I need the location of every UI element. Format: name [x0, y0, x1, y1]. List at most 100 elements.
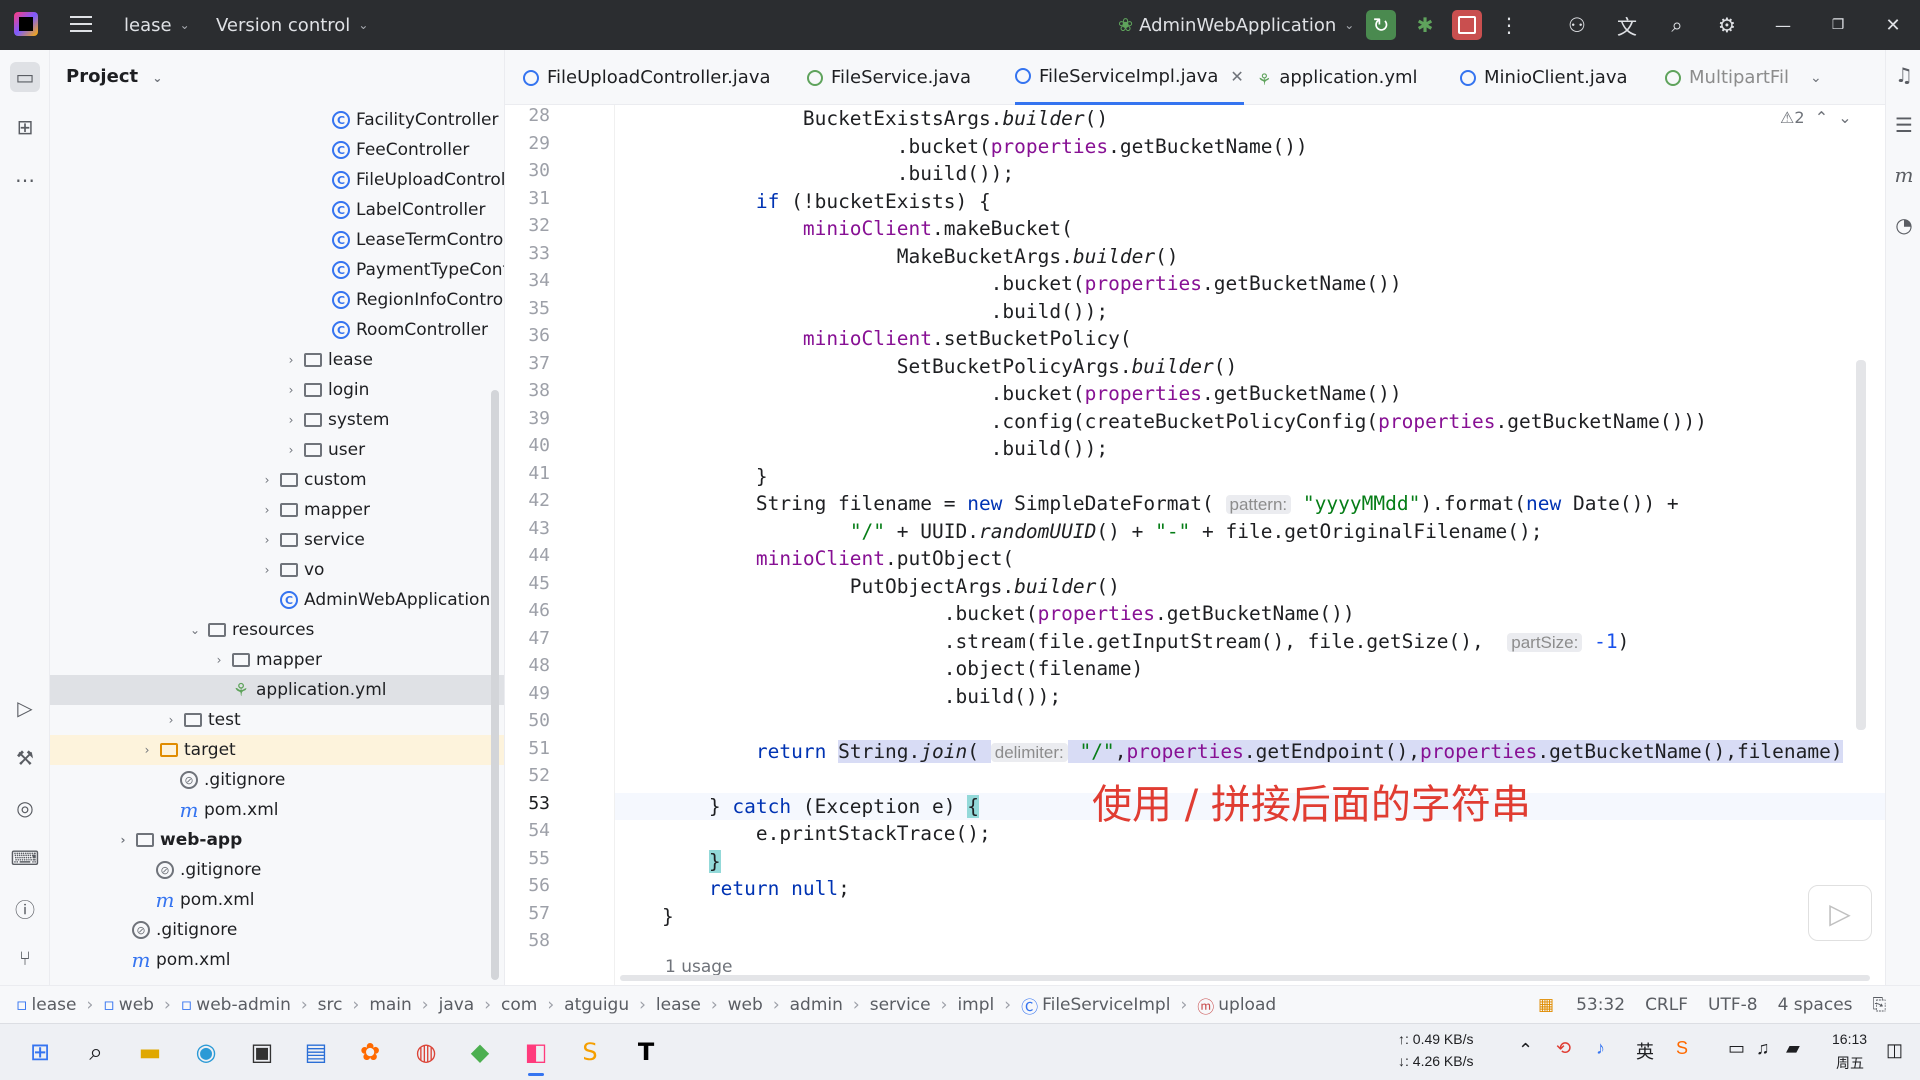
- code-line[interactable]: .build());: [615, 435, 1885, 463]
- tree-item[interactable]: › system: [50, 405, 504, 435]
- battery-icon[interactable]: ▰: [1786, 1038, 1800, 1059]
- tab-fileservice[interactable]: FileService.java: [807, 50, 971, 105]
- microphone-icon[interactable]: ♪: [1596, 1038, 1605, 1059]
- chevron-right-icon[interactable]: ›: [260, 533, 274, 547]
- code-line[interactable]: .stream(file.getInputStream(), file.getS…: [615, 628, 1885, 656]
- code-line[interactable]: "/" + UUID.randomUUID() + "-" + file.get…: [615, 518, 1885, 546]
- tree-item[interactable]: C FileUploadControll: [50, 165, 504, 195]
- tray-s-icon[interactable]: S: [1676, 1038, 1688, 1059]
- tabs-overflow-chevron-icon[interactable]: ⌄: [1810, 50, 1822, 105]
- close-window-icon[interactable]: ✕: [1878, 10, 1908, 40]
- breadcrumb-item[interactable]: atguigu: [564, 995, 629, 1015]
- volume-icon[interactable]: ♫: [1756, 1038, 1770, 1059]
- intellij-logo-icon[interactable]: [14, 12, 38, 36]
- tree-item[interactable]: C LeaseTermControl: [50, 225, 504, 255]
- chevron-down-icon[interactable]: ⌄: [188, 623, 202, 637]
- search-icon[interactable]: ⌕: [78, 1034, 114, 1070]
- usages-hint[interactable]: 1 usage: [665, 957, 733, 977]
- tree-item[interactable]: m pom.xml: [50, 945, 504, 975]
- clock-time[interactable]: 16:13: [1832, 1031, 1867, 1047]
- chevron-right-icon[interactable]: ›: [260, 473, 274, 487]
- chevron-right-icon[interactable]: ›: [260, 563, 274, 577]
- chevron-right-icon[interactable]: ›: [284, 353, 298, 367]
- code-line[interactable]: return String.join( delimiter: "/",prope…: [615, 738, 1885, 766]
- close-tab-icon[interactable]: ✕: [1230, 67, 1243, 86]
- intellij-taskbar-icon[interactable]: ◧: [518, 1034, 554, 1076]
- tree-item[interactable]: C AdminWebApplication: [50, 585, 504, 615]
- settings-gear-icon[interactable]: ⚙: [1712, 10, 1742, 40]
- lock-icon[interactable]: ⎘: [1873, 995, 1887, 1015]
- run-config-selector[interactable]: ❀ AdminWebApplication ⌄: [1118, 0, 1354, 50]
- line-separator[interactable]: CRLF: [1645, 995, 1688, 1015]
- input-method-icon[interactable]: 英: [1636, 1038, 1654, 1064]
- editor-vertical-scrollbar[interactable]: [1856, 360, 1866, 730]
- tree-item[interactable]: › service: [50, 525, 504, 555]
- add-user-icon[interactable]: ⚇: [1562, 10, 1592, 40]
- stop-icon[interactable]: [1452, 10, 1482, 40]
- breadcrumb-item[interactable]: java: [439, 995, 475, 1015]
- breadcrumb-item[interactable]: web: [728, 995, 763, 1015]
- terminal-app-icon[interactable]: ▣: [244, 1034, 280, 1070]
- tree-item[interactable]: C PaymentTypeCont: [50, 255, 504, 285]
- tree-item[interactable]: C RegionInfoControll: [50, 285, 504, 315]
- services-icon[interactable]: ◎: [10, 793, 40, 823]
- file-encoding[interactable]: UTF-8: [1708, 995, 1758, 1015]
- maven-tool-icon[interactable]: m: [1891, 162, 1917, 188]
- indent-setting[interactable]: 4 spaces: [1778, 995, 1853, 1015]
- tree-item[interactable]: ⊘ .gitignore: [50, 765, 504, 795]
- tree-item[interactable]: ⌄ resources: [50, 615, 504, 645]
- code-line[interactable]: .build());: [615, 160, 1885, 188]
- code-line[interactable]: SetBucketPolicyArgs.builder(): [615, 353, 1885, 381]
- tree-item[interactable]: ⊘ .gitignore: [50, 855, 504, 885]
- gradle-icon[interactable]: ◔: [1891, 212, 1917, 238]
- tab-application-yml[interactable]: ⚘ application.yml: [1257, 50, 1418, 105]
- inspection-warnings[interactable]: ⚠2 ⌃ ⌄: [1780, 108, 1852, 127]
- structure-icon[interactable]: ⊞: [10, 112, 40, 142]
- chevron-right-icon[interactable]: ›: [284, 443, 298, 457]
- breadcrumb-item[interactable]: admin: [790, 995, 843, 1015]
- code-line[interactable]: BucketExistsArgs.builder(): [615, 105, 1885, 133]
- breadcrumb-item[interactable]: main: [369, 995, 411, 1015]
- tree-item[interactable]: › user: [50, 435, 504, 465]
- tree-item[interactable]: › lease: [50, 345, 504, 375]
- code-line[interactable]: }: [615, 848, 1885, 876]
- notifications-bell-icon[interactable]: ♫: [1891, 62, 1917, 88]
- code-editor[interactable]: 28 29 30 31 32 33 34 35 36 37 38 39 40 4…: [505, 105, 1885, 985]
- code-line[interactable]: String filename = new SimpleDateFormat( …: [615, 490, 1885, 518]
- file-explorer-icon[interactable]: ▬: [132, 1034, 168, 1070]
- tree-item[interactable]: › target: [50, 735, 504, 765]
- tree-item[interactable]: m pom.xml: [50, 885, 504, 915]
- minimize-icon[interactable]: —: [1768, 10, 1798, 40]
- code-line[interactable]: .object(filename): [615, 655, 1885, 683]
- app-orange-icon[interactable]: ✿: [352, 1034, 388, 1070]
- chevron-right-icon[interactable]: ›: [284, 383, 298, 397]
- chevron-up-icon[interactable]: ⌃: [1518, 1040, 1533, 1061]
- caret-position[interactable]: 53:32: [1576, 995, 1625, 1015]
- code-line[interactable]: .build());: [615, 683, 1885, 711]
- code-line[interactable]: MakeBucketArgs.builder(): [615, 243, 1885, 271]
- more-vertical-icon[interactable]: ⋮: [1494, 10, 1524, 40]
- tree-item[interactable]: › mapper: [50, 645, 504, 675]
- tree-item[interactable]: › test: [50, 705, 504, 735]
- chrome-icon[interactable]: ◍: [408, 1034, 444, 1070]
- editor-horizontal-scrollbar[interactable]: [620, 975, 1870, 981]
- code-line[interactable]: .build());: [615, 298, 1885, 326]
- tree-item[interactable]: › login: [50, 375, 504, 405]
- app-colorful-icon[interactable]: ◆: [462, 1034, 498, 1070]
- edge-browser-icon[interactable]: ◉: [188, 1034, 224, 1070]
- project-switcher[interactable]: lease ⌄: [124, 0, 190, 50]
- code-line[interactable]: if (!bucketExists) {: [615, 188, 1885, 216]
- chevron-right-icon[interactable]: ›: [284, 413, 298, 427]
- code-line[interactable]: }: [615, 463, 1885, 491]
- problems-icon[interactable]: ⓘ: [10, 893, 40, 923]
- breadcrumb-item[interactable]: src: [318, 995, 343, 1015]
- tab-fileserviceimpl[interactable]: FileServiceImpl.java ✕: [1015, 50, 1244, 105]
- search-icon[interactable]: ⌕: [1662, 10, 1692, 40]
- tree-item[interactable]: C FeeController: [50, 135, 504, 165]
- sublime-icon[interactable]: S: [572, 1034, 608, 1070]
- breadcrumb-item[interactable]: lease: [32, 995, 77, 1015]
- chevron-right-icon[interactable]: ›: [260, 503, 274, 517]
- project-folder-icon[interactable]: ▭: [10, 62, 40, 92]
- database-icon[interactable]: ☰: [1891, 112, 1917, 138]
- code-line[interactable]: .bucket(properties.getBucketName()): [615, 133, 1885, 161]
